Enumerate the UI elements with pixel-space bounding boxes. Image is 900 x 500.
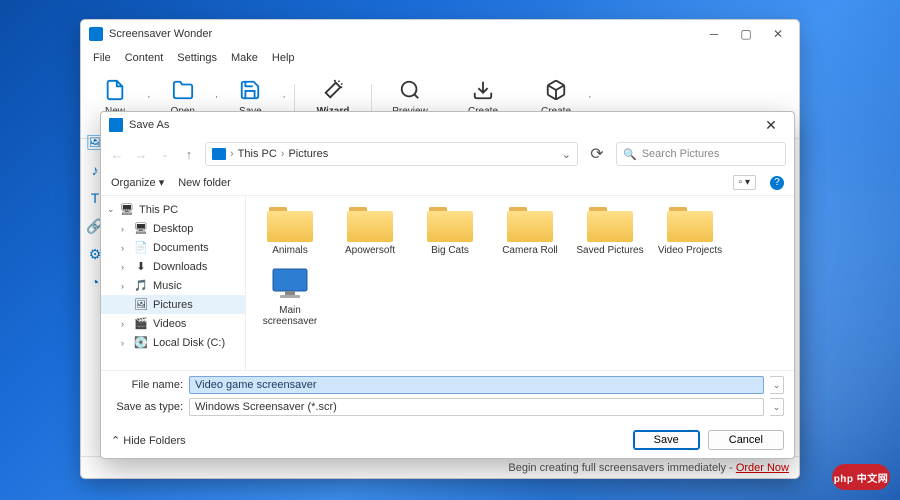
save-as-dialog: Save As ✕ ← → ⌄ ↑ › This PC › Pictures ⌄… [100,111,795,459]
breadcrumb-dropdown[interactable]: ⌄ [562,148,571,161]
dialog-footer: ⌃ Hide Folders Save Cancel [101,425,794,458]
toolbar-row: Organize ▾ New folder ▫ ▾ ? [101,170,794,196]
tree-item-pictures[interactable]: 🖼Pictures [101,295,245,314]
dialog-title: Save As [129,119,756,131]
saveastype-dropdown[interactable]: ⌄ [770,398,784,416]
saveastype-select[interactable]: Windows Screensaver (*.scr) [189,398,764,416]
folder-item[interactable]: Camera Roll [494,202,566,258]
folder-icon [267,204,313,242]
folder-icon [507,204,553,242]
filename-input[interactable]: Video game screensaver [189,376,764,394]
dialog-close-button[interactable]: ✕ [756,117,786,134]
organize-menu[interactable]: Organize ▾ [111,176,164,189]
titlebar: Screensaver Wonder ─ ▢ ✕ [81,20,799,48]
box-icon [544,78,568,102]
menu-file[interactable]: File [87,50,117,66]
hide-folders-toggle[interactable]: ⌃ Hide Folders [111,434,186,447]
file-list: AnimalsApowersoftBig CatsCamera RollSave… [246,196,794,370]
minimize-button[interactable]: ─ [707,27,721,41]
folder-icon [427,204,473,242]
tree-item-videos[interactable]: ›🎬Videos [101,314,245,333]
search-placeholder: Search Pictures [642,148,720,160]
tree-item-downloads[interactable]: ›⬇Downloads [101,257,245,276]
new-folder-button[interactable]: New folder [178,177,231,189]
refresh-button[interactable]: ⟳ [586,144,608,164]
menu-make[interactable]: Make [225,50,264,66]
app-title: Screensaver Wonder [109,28,707,40]
cancel-button[interactable]: Cancel [708,430,784,450]
menu-bar: FileContentSettingsMakeHelp [81,48,799,68]
navigation-row: ← → ⌄ ↑ › This PC › Pictures ⌄ ⟳ 🔍 Searc… [101,138,794,170]
tree-this-pc[interactable]: ⌄🖥This PC [101,200,245,219]
status-text: Begin creating full screensavers immedia… [508,462,732,474]
download-icon [471,78,495,102]
tree-item-desktop[interactable]: ›🖥Desktop [101,219,245,238]
menu-content[interactable]: Content [119,50,170,66]
breadcrumb-item[interactable]: This PC [238,148,277,160]
menu-help[interactable]: Help [266,50,301,66]
pc-icon [212,148,226,160]
folder-item[interactable]: Big Cats [414,202,486,258]
tree-item-localdiskc[interactable]: ›💽Local Disk (C:) [101,333,245,352]
folder-item[interactable]: Animals [254,202,326,258]
dialog-titlebar: Save As ✕ [101,112,794,138]
view-options-button[interactable]: ▫ ▾ [733,175,756,190]
tree-item-documents[interactable]: ›📄Documents [101,238,245,257]
menu-settings[interactable]: Settings [171,50,223,66]
folder-item[interactable]: Apowersoft [334,202,406,258]
screensaver-icon [267,264,313,302]
saveastype-label: Save as type: [111,401,183,413]
folder-item[interactable]: Saved Pictures [574,202,646,258]
folder-icon [667,204,713,242]
file-icon [103,78,127,102]
dialog-icon [109,118,123,132]
watermark-badge: php 中文网 [832,464,890,490]
close-button[interactable]: ✕ [771,27,785,41]
chevron-right-icon: › [281,148,285,160]
file-item[interactable]: Main screensaver [254,262,326,329]
search-icon [398,78,422,102]
filename-label: File name: [111,379,183,391]
folder-icon [587,204,633,242]
folder-icon [347,204,393,242]
maximize-button[interactable]: ▢ [739,27,753,41]
recent-dropdown[interactable]: ⌄ [157,149,173,160]
breadcrumb-bar[interactable]: › This PC › Pictures ⌄ [205,142,578,166]
save-icon [238,78,262,102]
folder-tree: ⌄🖥This PC›🖥Desktop›📄Documents›⬇Downloads… [101,196,246,370]
chevron-right-icon: › [230,148,234,160]
wand-icon [321,78,345,102]
order-now-link[interactable]: Order Now [736,462,789,474]
up-button[interactable]: ↑ [181,147,197,162]
save-button[interactable]: Save [633,430,700,450]
back-button[interactable]: ← [109,147,125,162]
folder-item[interactable]: Video Projects [654,202,726,258]
filename-panel: File name: Video game screensaver ⌄ Save… [101,370,794,425]
app-icon [89,27,103,41]
search-icon: 🔍 [623,148,637,161]
breadcrumb-item[interactable]: Pictures [288,148,328,160]
status-bar: Begin creating full screensavers immedia… [81,456,799,478]
folder-icon [171,78,195,102]
search-input[interactable]: 🔍 Search Pictures [616,142,786,166]
filename-dropdown[interactable]: ⌄ [770,376,784,394]
help-button[interactable]: ? [770,176,784,190]
forward-button[interactable]: → [133,147,149,162]
tree-item-music[interactable]: ›🎵Music [101,276,245,295]
